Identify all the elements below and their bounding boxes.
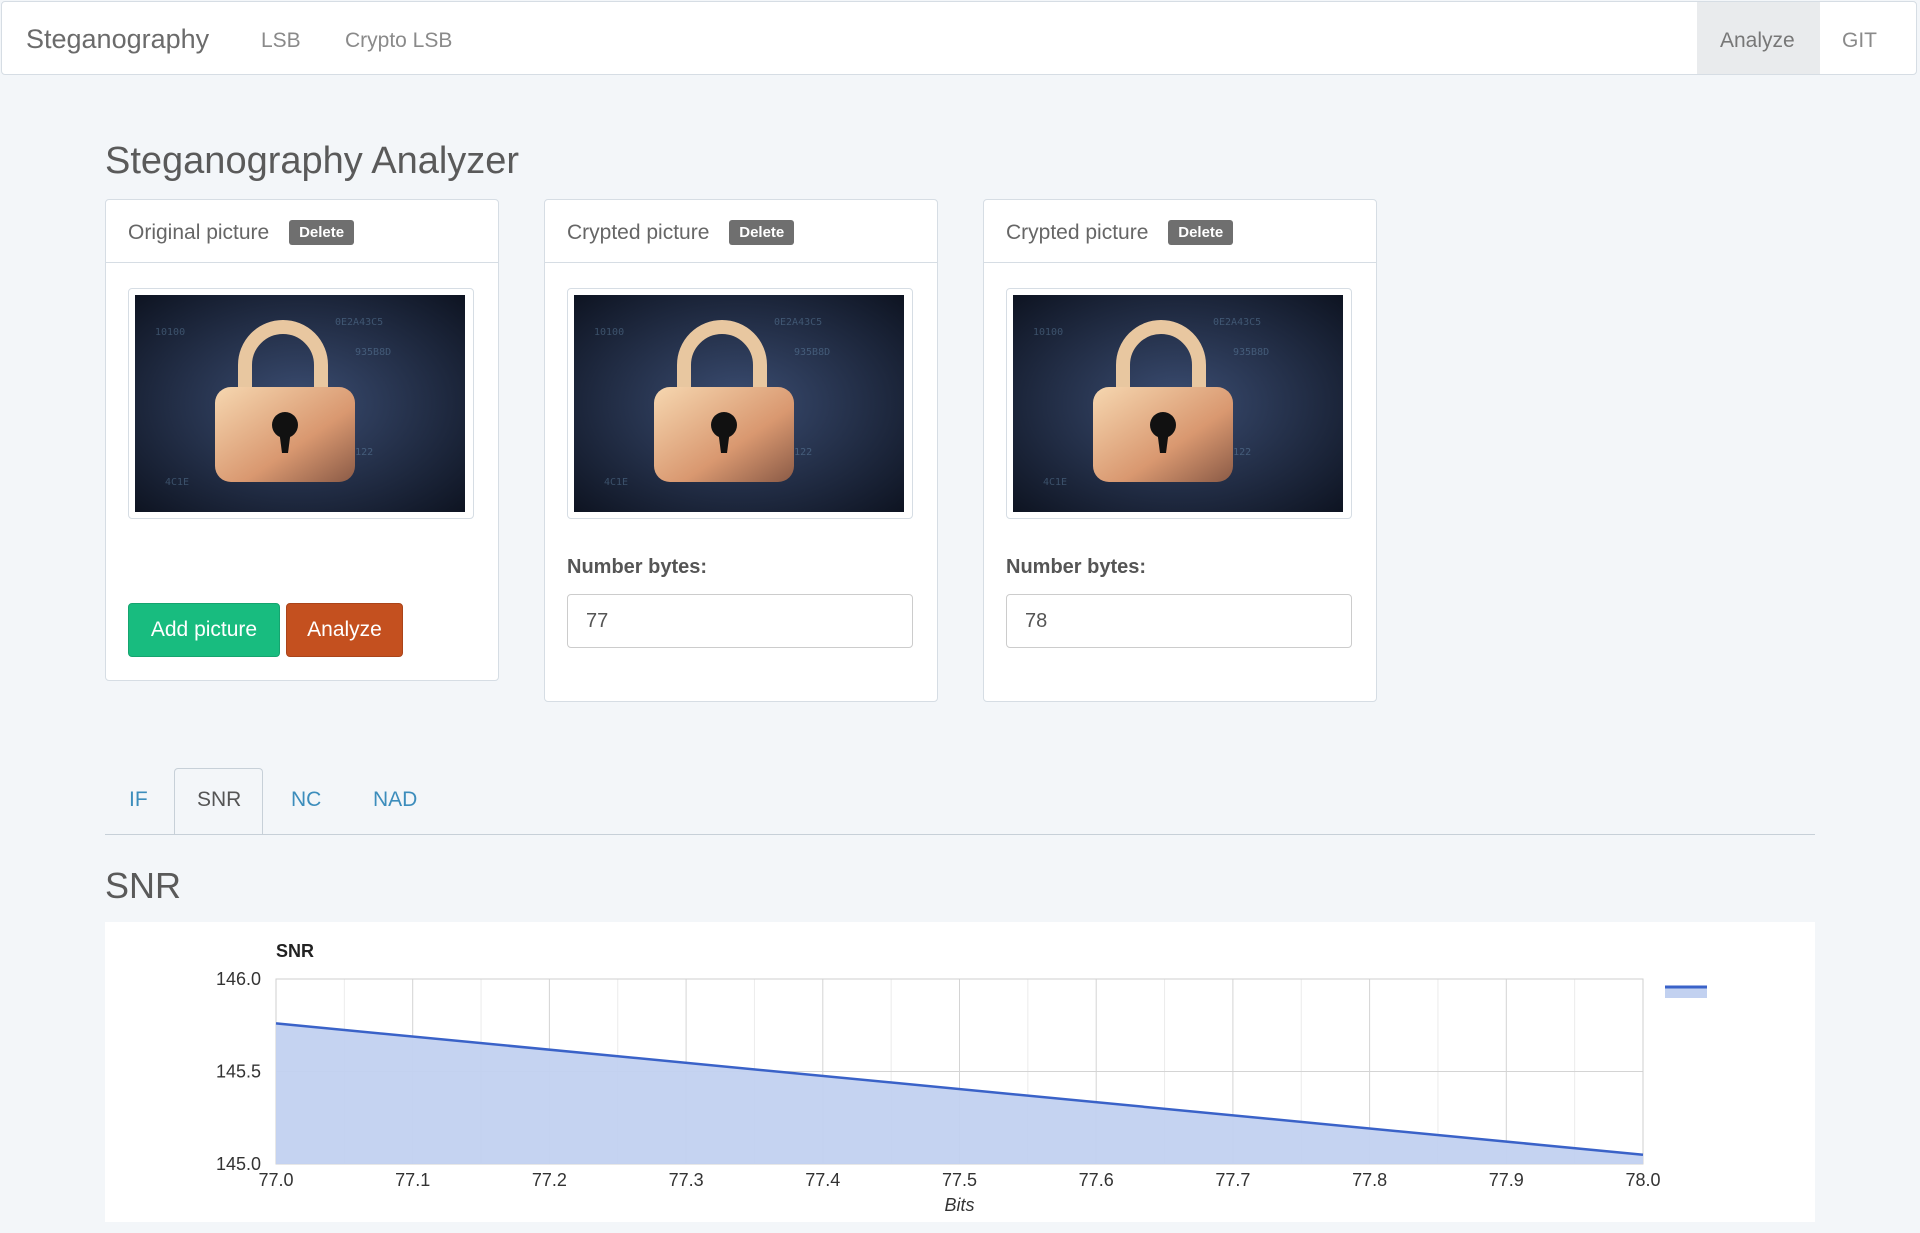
svg-text:935B8D: 935B8D [1233,347,1269,358]
picture-thumbnail: 0E2A43C5935B8DEA53254144E122101004C1E [128,288,474,519]
panel-heading: Original picture Delete [106,200,498,263]
original-picture-panel: Original picture Delete 0E2A43C5935B8DEA… [105,199,499,681]
svg-text:0E2A43C5: 0E2A43C5 [1213,317,1261,328]
svg-text:10100: 10100 [1033,327,1063,338]
svg-text:4C1E: 4C1E [165,477,189,488]
panel-title: Crypted picture [1006,221,1149,244]
x-tick-label: 77.9 [1489,1170,1524,1190]
x-tick-label: 77.4 [805,1170,840,1190]
number-bytes-input[interactable] [567,594,913,648]
brand-link[interactable]: Steganography [26,24,209,55]
svg-text:935B8D: 935B8D [794,347,830,358]
x-axis-label: Bits [944,1195,974,1215]
x-tick-label: 77.0 [258,1170,293,1190]
panel-title: Crypted picture [567,221,710,244]
nav-analyze[interactable]: Analyze [1720,29,1795,53]
padlock-image: 0E2A43C5935B8DEA53254144E122101004C1E [135,295,465,512]
x-tick-label: 77.8 [1352,1170,1387,1190]
svg-text:10100: 10100 [155,327,185,338]
tab-nad[interactable]: NAD [373,788,417,812]
number-bytes-label: Number bytes: [567,556,708,578]
tab-snr[interactable]: SNR [197,788,241,812]
svg-text:935B8D: 935B8D [355,347,391,358]
svg-text:10100: 10100 [594,327,624,338]
metric-tabs: IF SNR NC NAD [105,768,1815,835]
nav-git[interactable]: GIT [1842,29,1877,53]
nav-lsb[interactable]: LSB [261,29,301,53]
tab-nc[interactable]: NC [291,788,321,812]
x-tick-label: 77.6 [1079,1170,1114,1190]
delete-button[interactable]: Delete [289,220,355,245]
snr-chart: 77.0 77.1 77.2 77.3 77.4 77.5 77.6 77.7 77.8 77.9… [105,922,1815,1222]
panel-title: Original picture [128,221,270,244]
section-title: SNR [105,865,182,906]
delete-button[interactable]: Delete [1168,220,1234,245]
x-tick-label: 77.2 [532,1170,567,1190]
svg-text:4C1E: 4C1E [604,477,628,488]
add-picture-button[interactable]: Add picture [128,603,280,657]
picture-thumbnail: 0E2A43C5935B8DEA53254144E122101004C1E [567,288,913,519]
svg-text:4C1E: 4C1E [1043,477,1067,488]
navbar: Steganography LSB Crypto LSB Analyze GIT [1,1,1917,75]
x-tick-label: 77.5 [942,1170,977,1190]
x-tick-label: 78.0 [1625,1170,1660,1190]
analyze-button[interactable]: Analyze [286,603,403,657]
snr-chart-svg: 77.0 77.1 77.2 77.3 77.4 77.5 77.6 77.7 77.8 77.9… [216,941,1707,1215]
x-tick-label: 77.7 [1215,1170,1250,1190]
x-tick-label: 77.3 [669,1170,704,1190]
crypted-picture-panel-1: Crypted picture Delete 0E2A43C5935B8DEA5… [544,199,938,702]
crypted-picture-panel-2: Crypted picture Delete 0E2A43C5935B8DEA5… [983,199,1377,702]
chart-title: SNR [276,941,314,961]
y-tick-label: 145.0 [216,1154,261,1174]
y-tick-label: 146.0 [216,969,261,989]
picture-thumbnail: 0E2A43C5935B8DEA53254144E122101004C1E [1006,288,1352,519]
delete-button[interactable]: Delete [729,220,795,245]
nav-crypto-lsb[interactable]: Crypto LSB [345,29,452,53]
panel-heading: Crypted picture Delete [984,200,1376,263]
svg-text:0E2A43C5: 0E2A43C5 [335,317,383,328]
y-tick-label: 145.5 [216,1062,261,1082]
padlock-image: 0E2A43C5935B8DEA53254144E122101004C1E [574,295,904,512]
padlock-image: 0E2A43C5935B8DEA53254144E122101004C1E [1013,295,1343,512]
tab-if[interactable]: IF [129,788,148,812]
svg-text:0E2A43C5: 0E2A43C5 [774,317,822,328]
number-bytes-label: Number bytes: [1006,556,1147,578]
page-title: Steganography Analyzer [105,140,520,182]
x-tick-label: 77.1 [395,1170,430,1190]
panel-heading: Crypted picture Delete [545,200,937,263]
number-bytes-input[interactable] [1006,594,1352,648]
